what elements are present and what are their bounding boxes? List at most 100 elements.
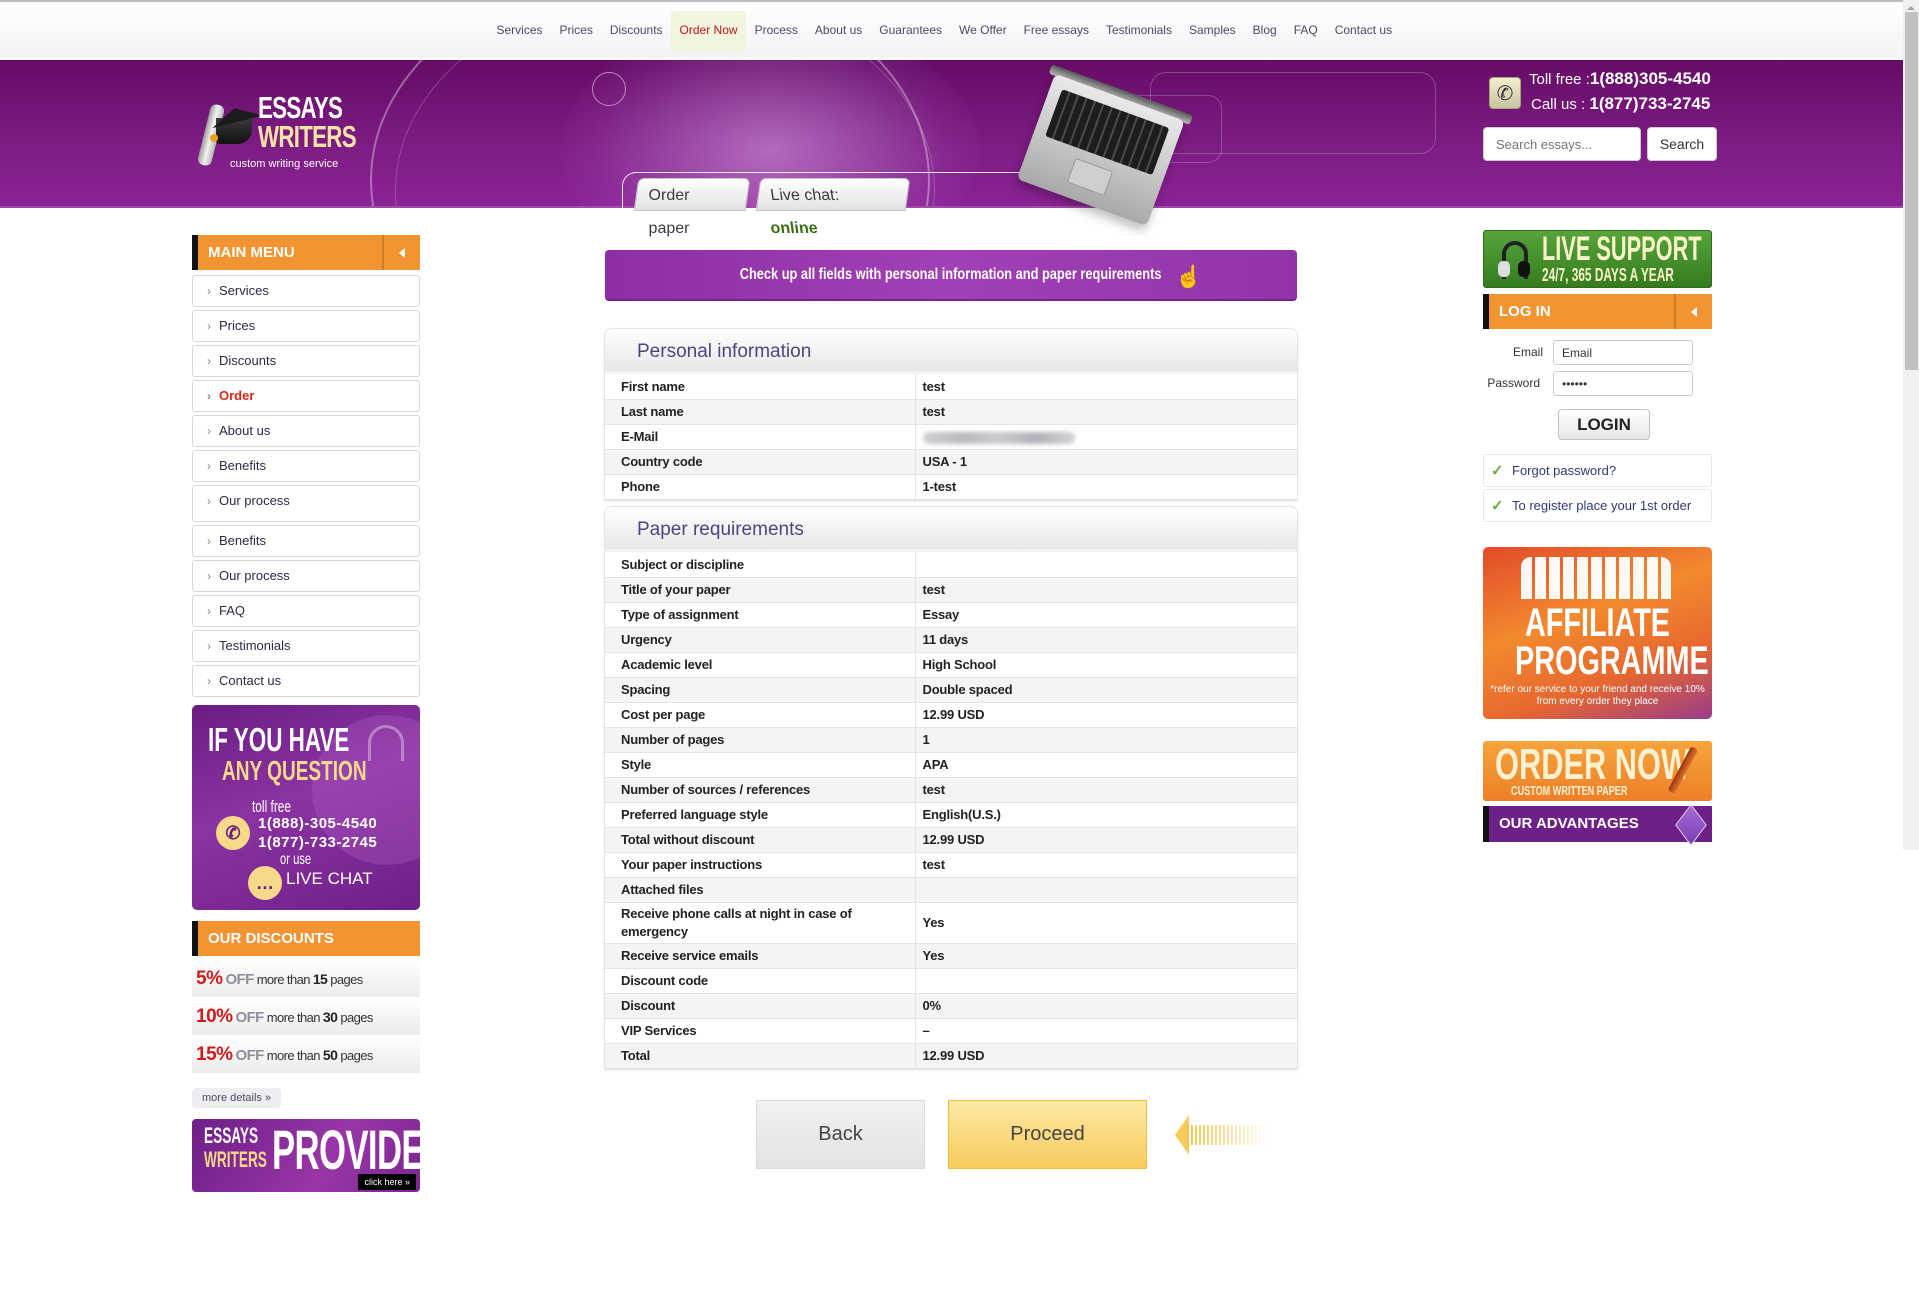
scroll-up-arrow-icon[interactable] [1907,6,1915,10]
sidebar-item-label: FAQ [219,603,246,618]
discounts-title: OUR DISCOUNTS [208,930,334,947]
login-collapse-button[interactable] [1674,294,1712,329]
our-advantages-button[interactable]: OUR ADVANTAGES [1483,804,1712,846]
checkmark-icon: ✓ [1491,497,1504,514]
nav-item-discounts[interactable]: Discounts [601,11,671,52]
email-input[interactable] [1553,340,1693,365]
field-value: English(U.S.) [914,802,1297,828]
search-input[interactable] [1483,127,1641,161]
sidebar-item-prices[interactable]: › Prices [192,310,420,342]
nav-item-we-offer[interactable]: We Offer [951,11,1016,52]
login-header: LOG IN [1483,294,1712,329]
banner-phone-2: 1(877)-733-2745 [258,834,378,851]
login-button[interactable]: LOGIN [1558,409,1650,440]
nav-item-faq[interactable]: FAQ [1285,11,1326,52]
discount-unit: pages [330,972,363,987]
sidebar-item-contact-us[interactable]: › Contact us [192,665,420,697]
discount-off: OFF [225,971,254,988]
nav-item-process[interactable]: Process [746,11,806,52]
field-value: – [914,1018,1297,1044]
order-now-banner[interactable]: ORDER NOW CUSTOM WRITTEN PAPER [1483,741,1712,801]
toll-free-number[interactable]: 1(888)305-4540 [1590,69,1711,88]
field-value: test [914,374,1297,400]
field-label: Phone [605,474,915,500]
nav-item-free-essays[interactable]: Free essays [1015,11,1097,52]
sidebar-item-our-process[interactable]: › Our process [192,485,420,522]
phone-icon: ✆ [1489,77,1521,109]
sidebar-item-benefits[interactable]: › Benefits [192,450,420,482]
sidebar-item-faq[interactable]: › FAQ [192,595,420,627]
people-icon [1521,557,1671,599]
table-row: Academic level High School [605,652,1297,678]
sidebar-item-about-us[interactable]: › About us [192,415,420,447]
nav-item-blog[interactable]: Blog [1244,11,1285,52]
search-button[interactable]: Search [1647,127,1717,161]
field-value: APA [914,752,1297,778]
live-chat-tab[interactable]: Live chat: online [755,178,911,237]
sidebar-item-services[interactable]: › Services [192,275,420,307]
nav-item-guarantees[interactable]: Guarantees [871,11,951,52]
field-label: Attached files [605,877,915,903]
nav-item-samples[interactable]: Samples [1180,11,1244,52]
field-label: Receive phone calls at night in case of … [605,902,915,944]
forgot-password-link[interactable]: ✓ Forgot password? [1483,454,1712,487]
site-logo[interactable]: ESSAYS WRITERS custom writing service [196,92,357,174]
field-label: Cost per page [605,702,915,728]
pointer-hand-icon: ☝ [1175,264,1203,289]
essays-provide-banner[interactable]: ESSAYS WRITERS PROVIDE click here » [192,1119,420,1192]
sidebar-item-discounts[interactable]: › Discounts [192,345,420,377]
sidebar-item-order[interactable]: › Order [192,380,420,412]
vertical-scrollbar[interactable] [1903,0,1919,850]
field-label: Receive service emails [605,943,915,969]
main-menu-collapse-button[interactable] [382,235,420,270]
logo-text-writers: WRITERS [258,119,357,154]
password-input[interactable] [1553,371,1693,396]
discount-pages: 50 [322,1047,338,1063]
headset-icon [368,725,404,761]
personal-information-title: Personal information [605,329,1297,374]
sidebar-item-benefits[interactable]: › Benefits [192,525,420,557]
back-button[interactable]: Back [756,1100,925,1169]
field-label: Discount [605,993,915,1019]
sidebar-item-label: Our process [219,493,290,508]
discount-percent: 10% [196,1006,233,1027]
affiliate-programme-banner[interactable]: AFFILIATE PROGRAMME *refer our service t… [1483,547,1712,719]
more-details-link[interactable]: more details » [192,1088,282,1108]
chevron-right-icon: › [207,354,211,368]
table-row: Last name test [605,399,1297,425]
sidebar-item-label: About us [219,423,271,438]
table-row: Type of assignment Essay [605,602,1297,628]
sidebar-item-testimonials[interactable]: › Testimonials [192,630,420,662]
nav-item-order-now[interactable]: Order Now [671,11,747,52]
nav-item-contact-us[interactable]: Contact us [1326,11,1400,52]
scrollbar-thumb[interactable] [1905,12,1918,370]
nav-item-services[interactable]: Services [488,11,551,52]
field-label: Your paper instructions [605,852,915,878]
live-support-banner[interactable]: LIVE SUPPORT 24/7, 365 DAYS A YEAR [1483,230,1712,288]
nav-item-testimonials[interactable]: Testimonials [1097,11,1180,52]
sidebar-item-label: Discounts [219,353,277,368]
order-paper-tab[interactable]: Order paper [633,178,751,237]
chevron-right-icon: › [207,319,211,333]
field-value: 12.99 USD [914,827,1297,853]
discount-unit: pages [340,1010,373,1025]
chevron-right-icon: › [207,459,211,473]
discount-off: OFF [235,1009,265,1026]
question-banner[interactable]: IF YOU HAVE ANY QUESTION toll free ✆ 1(8… [192,705,420,910]
live-chat-status: online [769,220,819,237]
field-label: First name [605,374,915,400]
paper-requirements-panel: Paper requirements Subject or discipline… [604,506,1298,1070]
live-chat-label: Live chat: [769,187,841,204]
banner-live-chat[interactable]: LIVE CHAT [286,869,373,889]
sidebar-item-our-process[interactable]: › Our process [192,560,420,592]
click-here-button[interactable]: click here » [358,1174,416,1190]
nav-item-prices[interactable]: Prices [551,11,601,52]
proceed-button[interactable]: Proceed [948,1100,1147,1169]
triangle-left-icon [399,247,405,258]
call-us-number[interactable]: 1(877)733-2745 [1589,94,1710,113]
register-link[interactable]: ✓ To register place your 1st order [1483,489,1712,522]
field-value [914,552,1297,578]
discount-pages: 15 [312,971,328,987]
field-label: Total [605,1043,915,1069]
nav-item-about-us[interactable]: About us [806,11,870,52]
